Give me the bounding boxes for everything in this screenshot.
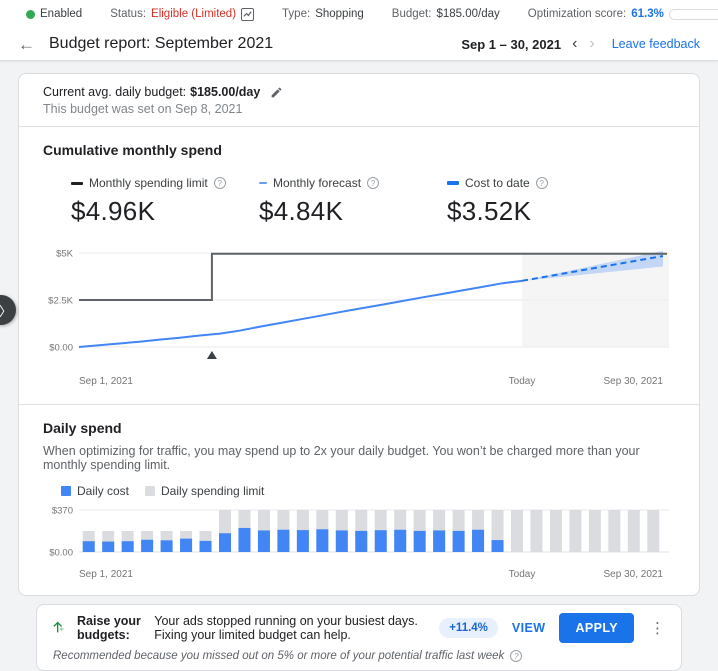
recommendation-footnote: Recommended because you missed out on 5%… (53, 650, 505, 662)
legend-cost-to-date: Cost to date ? $3.52K (447, 176, 635, 227)
daily-limit-swatch-icon (145, 486, 156, 496)
prev-month-chevron-icon[interactable]: ‹ (571, 36, 578, 52)
cumulative-chart: $5K $2.5K $0.00 (48, 249, 669, 359)
x-tick-sep30: Sep 30, 2021 (603, 376, 664, 387)
status-value: Eligible (Limited) (151, 8, 237, 20)
enabled-label: Enabled (40, 8, 83, 20)
date-range: Sep 1 – 30, 2021 (461, 36, 562, 52)
legend-daily-spending-limit: Daily spending limit (145, 484, 264, 498)
limit-line-swatch-icon (71, 181, 83, 185)
daily-bar-chart: $370 $0.00 (49, 506, 669, 559)
optimization-score-progressbar (668, 8, 718, 20)
cumulative-chart-container: $5K $2.5K $0.00 (43, 245, 675, 370)
enabled-dot-icon (26, 9, 35, 19)
enabled-status: Enabled (26, 8, 82, 20)
current-budget-info: Current avg. daily budget: $185.00/day T… (19, 74, 699, 126)
cumulative-section-title: Cumulative monthly spend (43, 142, 222, 158)
recommendation-text: Your ads stopped running on your busiest… (154, 614, 418, 642)
budget-field: Budget: $185.00/day (392, 8, 500, 20)
daily-legend: Daily cost Daily spending limit (19, 472, 699, 498)
limit-legend-label: Monthly spending limit (89, 176, 208, 190)
legend-monthly-forecast: Monthly forecast ? $4.84K (259, 176, 447, 227)
status-field: Status: Eligible (Limited) (110, 7, 255, 21)
cumulative-legend: Monthly spending limit ? $4.96K Monthly … (19, 158, 699, 227)
legend-monthly-spending-limit: Monthly spending limit ? $4.96K (71, 176, 259, 227)
footnote-help-icon[interactable]: ? (510, 650, 523, 662)
type-field: Type: Shopping (282, 8, 364, 20)
svg-text:$2.5K: $2.5K (48, 296, 73, 307)
cost-legend-label: Cost to date (465, 176, 530, 190)
cumulative-x-axis: Sep 1, 2021 Today Sep 30, 2021 (43, 374, 675, 390)
svg-text:$0.00: $0.00 (49, 548, 73, 559)
recommendation-title: Raise your budgets: (77, 614, 141, 642)
overflow-menu-icon[interactable]: ⋮ (648, 621, 667, 636)
type-value: Shopping (315, 8, 364, 20)
back-arrow-icon[interactable]: ← (18, 36, 35, 53)
current-budget-value: $185.00/day (190, 85, 261, 99)
limit-help-icon[interactable]: ? (213, 177, 226, 189)
svg-text:$5K: $5K (56, 249, 74, 260)
daily-description: When optimizing for traffic, you may spe… (43, 444, 640, 472)
daily-limit-label: Daily spending limit (161, 484, 265, 498)
status-label: Status: (110, 8, 147, 20)
daily-chart-container: $370 $0.00 (43, 504, 675, 563)
optimization-score-field: Optimization score: 61.3% (528, 8, 718, 20)
svg-text:$370: $370 (52, 506, 73, 517)
limit-value: $4.96K (71, 196, 156, 226)
budget-set-note: This budget was set on Sep 8, 2021 (43, 102, 243, 116)
x-tick-sep30: Sep 30, 2021 (603, 569, 664, 580)
daily-cost-swatch-icon (61, 486, 71, 496)
next-month-chevron-icon: › (589, 35, 595, 52)
page-header: ← Budget report: September 2021 Sep 1 – … (0, 28, 718, 61)
svg-text:$0.00: $0.00 (49, 343, 73, 354)
optimization-score-label: Optimization score: (527, 8, 627, 20)
forecast-legend-label: Monthly forecast (273, 176, 362, 190)
view-button[interactable]: VIEW (512, 621, 546, 635)
cost-line-swatch-icon (447, 181, 459, 185)
legend-daily-cost: Daily cost (61, 484, 129, 498)
cost-help-icon[interactable]: ? (535, 177, 548, 189)
daily-cost-label: Daily cost (77, 484, 130, 498)
campaign-status-bar: Enabled Status: Eligible (Limited) Type:… (0, 0, 718, 28)
budget-report-card: Current avg. daily budget: $185.00/day T… (18, 73, 700, 596)
forecast-help-icon[interactable]: ? (367, 177, 380, 189)
daily-section-title: Daily spend (43, 420, 122, 436)
type-label: Type: (282, 8, 311, 20)
budget-value: $185.00/day (436, 8, 500, 20)
x-tick-sep1: Sep 1, 2021 (79, 569, 133, 580)
x-tick-sep1: Sep 1, 2021 (79, 376, 133, 387)
current-budget-label: Current avg. daily budget: (43, 85, 187, 99)
edit-budget-pencil-icon[interactable] (270, 86, 283, 99)
page-title: Budget report: September 2021 (49, 35, 274, 52)
forecast-line-swatch-icon (259, 182, 267, 184)
daily-x-axis: Sep 1, 2021 Today Sep 30, 2021 (43, 567, 675, 583)
leave-feedback-link[interactable]: Leave feedback (612, 37, 700, 51)
raise-budgets-trending-icon (51, 619, 67, 638)
forecast-value: $4.84K (259, 196, 344, 226)
status-history-chart-icon[interactable] (241, 7, 255, 21)
apply-button[interactable]: APPLY (559, 613, 634, 643)
optimization-score-value: 61.3% (631, 8, 664, 20)
cost-value: $3.52K (447, 196, 532, 226)
uplift-badge: +11.4% (439, 618, 498, 638)
budget-label: Budget: (391, 8, 432, 20)
recommendation-card: Raise your budgets: Your ads stopped run… (36, 604, 682, 671)
x-tick-today: Today (508, 569, 536, 580)
x-tick-today: Today (508, 376, 536, 387)
